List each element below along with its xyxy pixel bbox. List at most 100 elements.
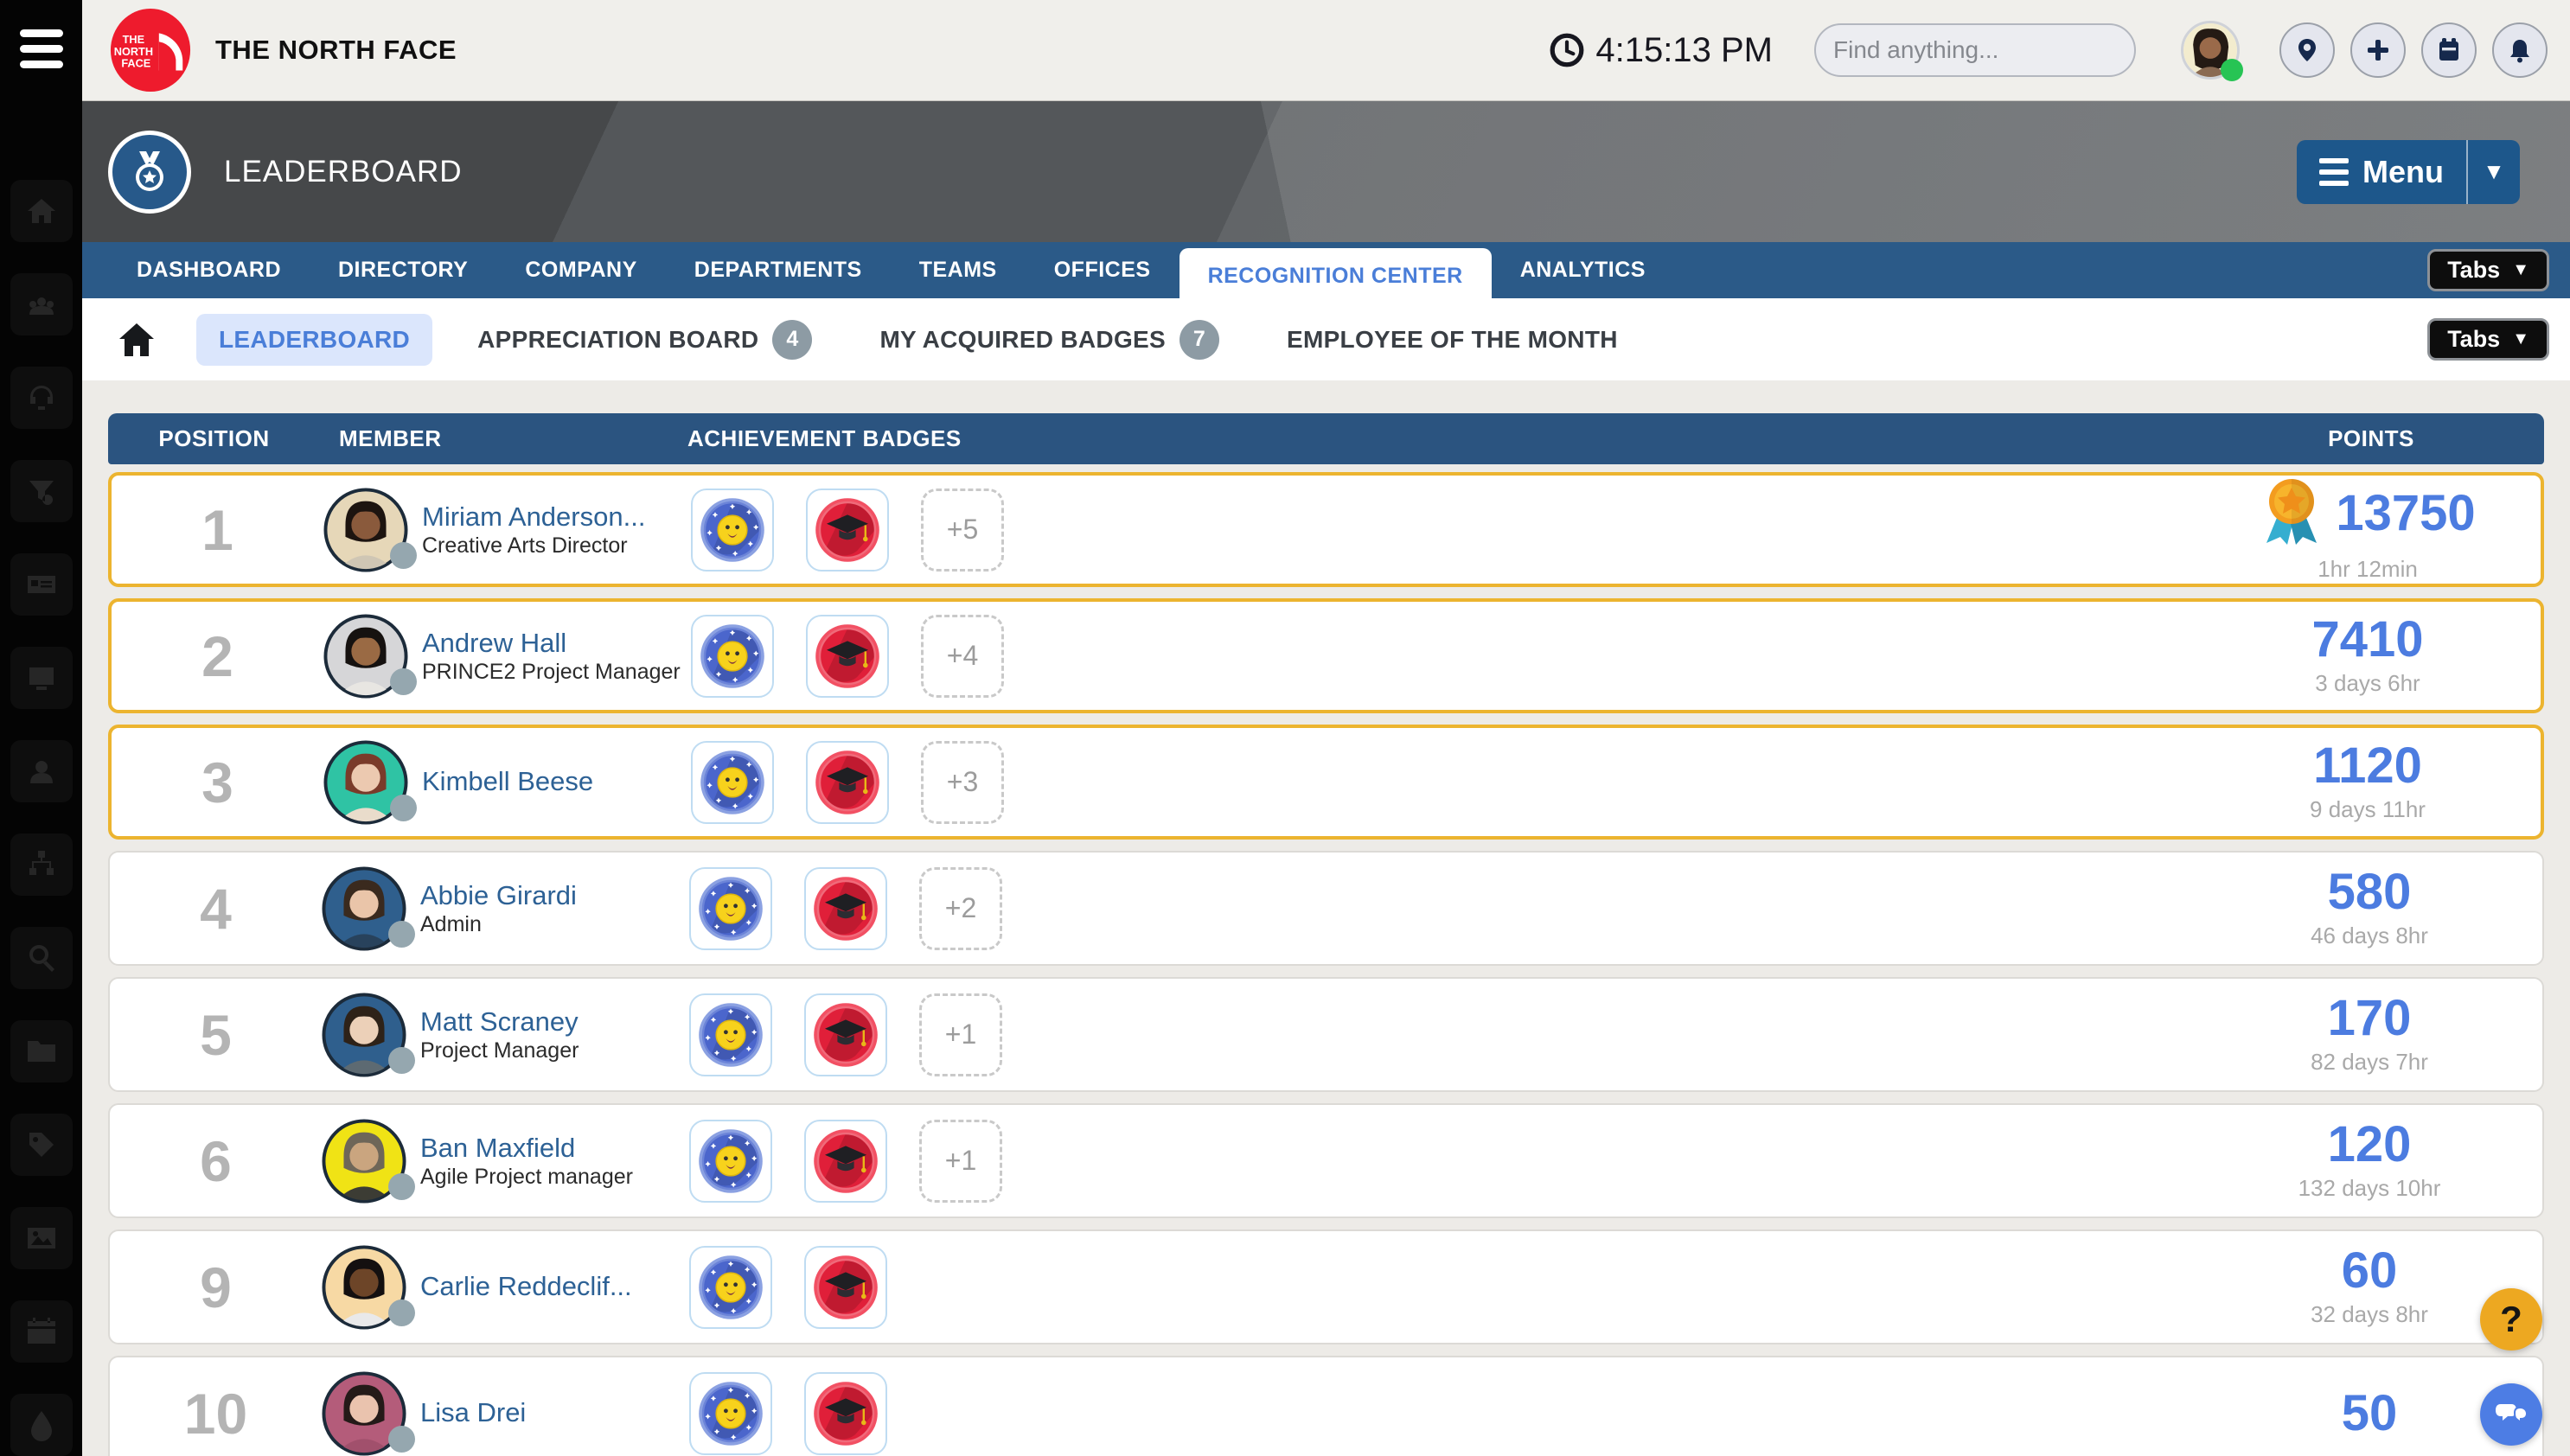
graduation-badge[interactable] <box>804 867 887 950</box>
profile-avatar[interactable] <box>2181 21 2240 80</box>
chat-button[interactable] <box>2480 1383 2542 1446</box>
menu-button[interactable]: Menu ▼ <box>2297 140 2520 204</box>
tab-departments[interactable]: DEPARTMENTS <box>666 242 891 298</box>
search-input[interactable] <box>1816 36 2136 64</box>
table-row[interactable]: 6 Ban Maxfield Agile Project manager <box>108 1103 2544 1218</box>
smiley-stars-badge[interactable] <box>689 993 772 1076</box>
north-face-logo[interactable]: THE NORTH FACE <box>108 7 193 93</box>
avatar[interactable] <box>323 614 408 699</box>
sidebar-id-card-icon[interactable] <box>10 553 73 616</box>
member-name-link[interactable]: Carlie Reddeclif... <box>420 1270 632 1304</box>
member-name-link[interactable]: Andrew Hall <box>422 627 681 661</box>
table-row[interactable]: 1 Miriam Anderson... Creative Arts Direc… <box>108 472 2544 587</box>
chat-bubbles-icon <box>2494 1397 2528 1432</box>
add-button[interactable] <box>2350 22 2406 78</box>
member-name-link[interactable]: Miriam Anderson... <box>422 501 645 534</box>
avatar[interactable] <box>322 993 406 1077</box>
smiley-stars-badge[interactable] <box>689 1372 772 1455</box>
graduation-badge[interactable] <box>806 615 889 698</box>
sidebar-team-icon[interactable] <box>10 273 73 335</box>
global-search <box>1814 23 2136 77</box>
member-name-link[interactable]: Lisa Drei <box>420 1396 526 1430</box>
sidebar-tag-icon[interactable] <box>10 1114 73 1176</box>
avatar[interactable] <box>323 740 408 825</box>
tab-analytics[interactable]: ANALYTICS <box>1492 242 1674 298</box>
avatar[interactable] <box>322 1245 406 1330</box>
sidebar-funnel-dollar-icon[interactable] <box>10 460 73 522</box>
graduation-badge[interactable] <box>804 993 887 1076</box>
more-badges-tile[interactable]: +3 <box>921 741 1004 824</box>
avatar[interactable] <box>322 866 406 951</box>
graduation-badge[interactable] <box>806 741 889 824</box>
clock-icon <box>1549 32 1585 68</box>
sidebar-calendar-icon[interactable] <box>10 1300 73 1363</box>
avatar[interactable] <box>322 1119 406 1204</box>
sidebar-org-chart-icon[interactable] <box>10 833 73 896</box>
location-button[interactable] <box>2279 22 2335 78</box>
points-value: 120 <box>2328 1120 2412 1170</box>
notifications-button[interactable] <box>2492 22 2548 78</box>
tab-directory[interactable]: DIRECTORY <box>310 242 496 298</box>
more-badges-tile[interactable]: +2 <box>919 867 1002 950</box>
sidebar-user-icon[interactable] <box>10 740 73 802</box>
subtabs-dropdown-button[interactable]: Tabs▼ <box>2427 318 2549 361</box>
member-name-link[interactable]: Ban Maxfield <box>420 1132 633 1165</box>
top-bar: THE NORTH FACE THE NORTH FACE 4:15:13 PM <box>82 0 2570 101</box>
tabs-dropdown-button[interactable]: Tabs▼ <box>2427 249 2549 291</box>
graduation-badge[interactable] <box>806 489 889 572</box>
help-button[interactable]: ? <box>2480 1288 2542 1351</box>
member-name-link[interactable]: Matt Scraney <box>420 1006 579 1039</box>
home-button[interactable] <box>117 320 157 360</box>
table-row[interactable]: 5 Matt Scraney Project Manager <box>108 977 2544 1092</box>
table-row[interactable]: 10 Lisa Drei <box>108 1356 2544 1456</box>
help-button-label: ? <box>2500 1299 2522 1340</box>
sidebar-search-icon[interactable] <box>10 927 73 989</box>
smiley-stars-badge[interactable] <box>689 1120 772 1203</box>
subtab-leaderboard[interactable]: LEADERBOARD <box>196 314 432 366</box>
first-place-medal-icon <box>2260 477 2324 551</box>
sidebar-home-icon[interactable] <box>10 180 73 242</box>
more-badges-tile[interactable]: +1 <box>919 993 1002 1076</box>
sidebar-headset-icon[interactable] <box>10 367 73 429</box>
avatar[interactable] <box>322 1371 406 1456</box>
tab-offices[interactable]: OFFICES <box>1026 242 1180 298</box>
menu-dropdown-caret[interactable]: ▼ <box>2466 140 2520 204</box>
smiley-stars-badge[interactable] <box>689 867 772 950</box>
sidebar-icon-list <box>10 180 73 1456</box>
tab-recognition-center[interactable]: RECOGNITION CENTER <box>1180 248 1492 310</box>
calendar-button[interactable] <box>2421 22 2477 78</box>
subtab-employee-of-the-month[interactable]: EMPLOYEE OF THE MONTH <box>1264 314 1640 366</box>
more-badges-tile[interactable]: +4 <box>921 615 1004 698</box>
sidebar-folder-icon[interactable] <box>10 1020 73 1082</box>
graduation-badge[interactable] <box>804 1246 887 1329</box>
table-row[interactable]: 3 Kimbell Beese <box>108 725 2544 840</box>
graduation-badge[interactable] <box>804 1120 887 1203</box>
table-row[interactable]: 9 Carlie Reddeclif... <box>108 1229 2544 1344</box>
tab-teams[interactable]: TEAMS <box>891 242 1026 298</box>
member-name-link[interactable]: Kimbell Beese <box>422 765 593 799</box>
smiley-stars-badge[interactable] <box>691 489 774 572</box>
column-header-points: POINTS <box>2198 425 2544 452</box>
subtab-my-acquired-badges[interactable]: MY ACQUIRED BADGES7 <box>857 308 1242 372</box>
avatar[interactable] <box>323 488 408 572</box>
tab-dashboard[interactable]: DASHBOARD <box>108 242 310 298</box>
menu-button-label: Menu <box>2362 154 2444 190</box>
member-name-link[interactable]: Abbie Girardi <box>420 879 577 913</box>
subtab-appreciation-board[interactable]: APPRECIATION BOARD4 <box>455 308 834 372</box>
sidebar-image-icon[interactable] <box>10 1207 73 1269</box>
smiley-stars-badge[interactable] <box>691 741 774 824</box>
notifications-icon <box>2506 36 2534 64</box>
table-row[interactable]: 2 Andrew Hall PRINCE2 Project Manager <box>108 598 2544 713</box>
subtab-label: MY ACQUIRED BADGES <box>879 326 1166 354</box>
points-duration: 82 days 7hr <box>2311 1049 2428 1076</box>
table-row[interactable]: 4 Abbie Girardi Admin <box>108 851 2544 966</box>
sidebar-monitor-icon[interactable] <box>10 647 73 709</box>
smiley-stars-badge[interactable] <box>691 615 774 698</box>
graduation-badge[interactable] <box>804 1372 887 1455</box>
more-badges-tile[interactable]: +1 <box>919 1120 1002 1203</box>
smiley-stars-badge[interactable] <box>689 1246 772 1329</box>
tab-company[interactable]: COMPANY <box>496 242 665 298</box>
more-badges-tile[interactable]: +5 <box>921 489 1004 572</box>
sidebar-droplet-icon[interactable] <box>10 1394 73 1456</box>
hamburger-menu-icon[interactable] <box>0 0 82 97</box>
